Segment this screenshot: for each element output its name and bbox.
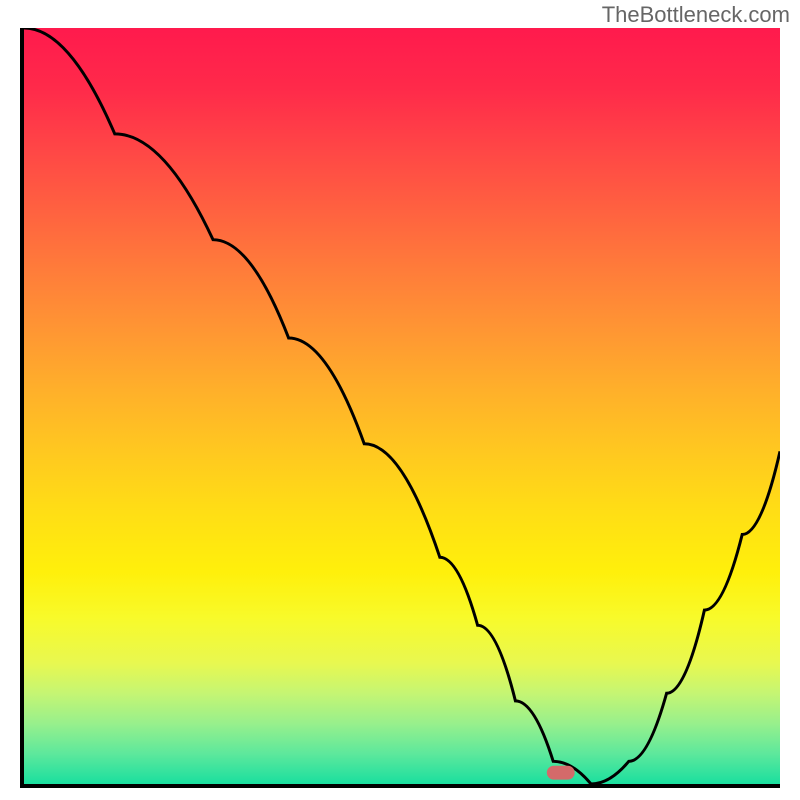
watermark-text: TheBottleneck.com xyxy=(602,2,790,28)
optimal-marker xyxy=(24,28,780,784)
plot-area xyxy=(20,28,780,788)
